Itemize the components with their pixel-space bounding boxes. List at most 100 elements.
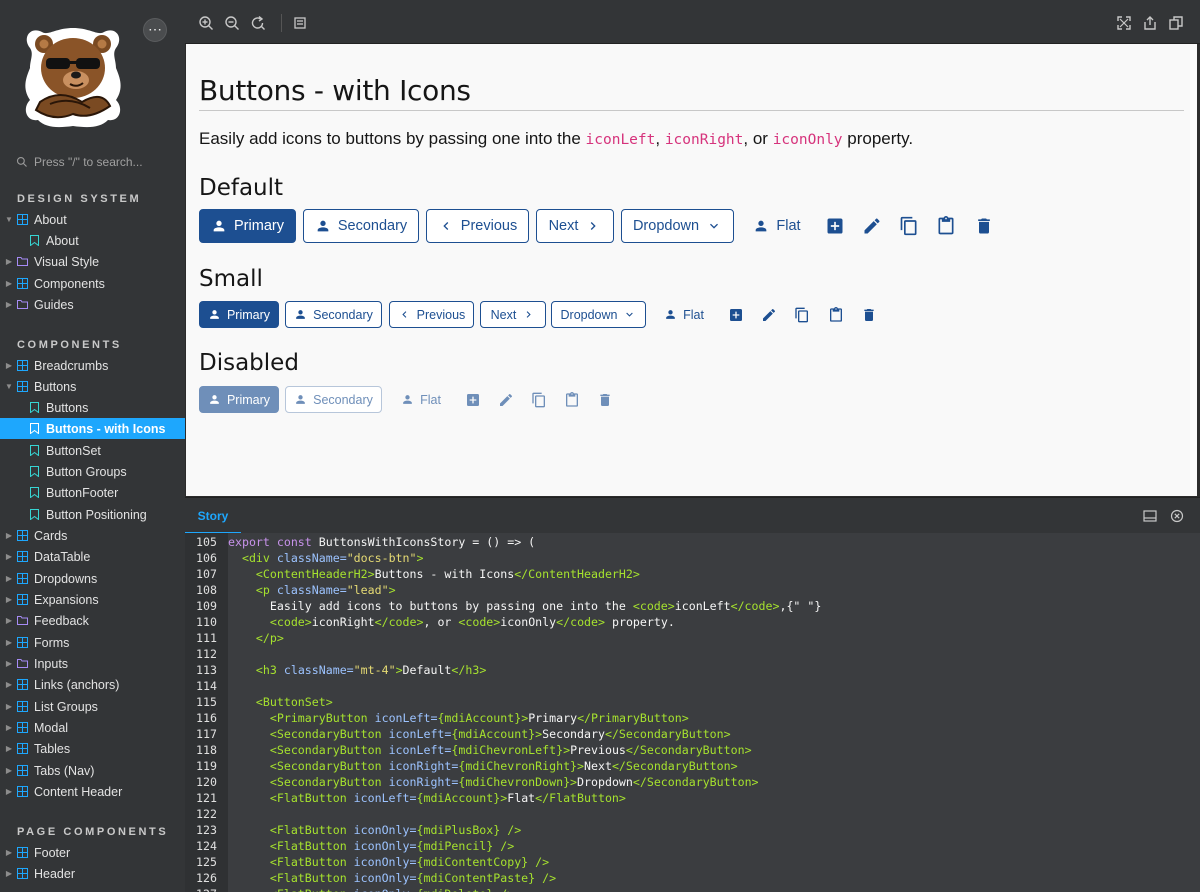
sidebar-item-feedback[interactable]: ▶ Feedback bbox=[0, 610, 185, 631]
bookmark-icon bbox=[27, 508, 41, 522]
sidebar-item-label: Inputs bbox=[34, 656, 69, 671]
sidebar-item-visual-style[interactable]: ▶ Visual Style bbox=[0, 251, 185, 272]
account-icon bbox=[403, 395, 412, 404]
delete-icon bbox=[978, 218, 990, 234]
sidebar-item-buttons[interactable]: Buttons bbox=[0, 397, 185, 418]
sidebar-item-guides[interactable]: ▶ Guides bbox=[0, 294, 185, 315]
share-icon[interactable] bbox=[1142, 15, 1158, 31]
line-number: 106 bbox=[196, 551, 217, 565]
previous-button-small[interactable]: Previous bbox=[389, 301, 474, 328]
sidebar-item-links[interactable]: ▶ Links (anchors) bbox=[0, 674, 185, 695]
flat-button[interactable]: Flat bbox=[747, 209, 807, 243]
secondary-button-small[interactable]: Secondary bbox=[285, 301, 382, 328]
component-icon bbox=[15, 593, 29, 607]
component-icon bbox=[15, 785, 29, 799]
sidebar-item-buttonset[interactable]: ButtonSet bbox=[0, 440, 185, 461]
close-icon[interactable] bbox=[1170, 509, 1184, 523]
sidebar-item-about-group[interactable]: ▼ About bbox=[0, 209, 185, 230]
dropdown-button-small[interactable]: Dropdown bbox=[551, 301, 646, 328]
sidebar-item-buttons-group[interactable]: ▼ Buttons bbox=[0, 376, 185, 397]
title-divider bbox=[199, 110, 1184, 111]
sidebar-item-components[interactable]: ▶ Components bbox=[0, 273, 185, 294]
sidebar-item-tabs-nav[interactable]: ▶ Tabs (Nav) bbox=[0, 760, 185, 781]
sidebar-item-button-positioning[interactable]: Button Positioning bbox=[0, 504, 185, 525]
line-content: <FlatButton iconOnly={mdiDelete} /> bbox=[228, 886, 514, 892]
sidebar-item-label: Tables bbox=[34, 741, 71, 756]
sidebar-item-buttons-with-icons[interactable]: Buttons - with Icons bbox=[0, 418, 185, 439]
sidebar-item-label: Buttons - with Icons bbox=[46, 421, 166, 436]
plus-box-icon bbox=[730, 308, 742, 321]
dropdown-button[interactable]: Dropdown bbox=[621, 209, 734, 243]
delete-button[interactable] bbox=[971, 213, 997, 239]
previous-button[interactable]: Previous bbox=[426, 209, 529, 243]
zoom-in-icon[interactable] bbox=[198, 15, 214, 31]
sidebar-item-content-header[interactable]: ▶ Content Header bbox=[0, 781, 185, 802]
lead-text: property. bbox=[842, 129, 914, 148]
sidebar-item-header[interactable]: ▶ Header bbox=[0, 863, 185, 884]
primary-button[interactable]: Primary bbox=[199, 209, 296, 243]
sidebar-item-modal[interactable]: ▶ Modal bbox=[0, 717, 185, 738]
content-copy-button-small[interactable] bbox=[789, 303, 815, 326]
button-label: Primary bbox=[226, 392, 271, 407]
secondary-button[interactable]: Secondary bbox=[303, 209, 419, 243]
section-design-system: DESIGN SYSTEM bbox=[17, 193, 142, 205]
sidebar-search[interactable]: Press "/" to search... bbox=[16, 153, 176, 171]
pencil-button-small[interactable] bbox=[756, 303, 782, 326]
line-number: 110 bbox=[196, 615, 217, 629]
sidebar-item-label: Footer bbox=[34, 845, 71, 860]
line-content: <ButtonSet> bbox=[255, 695, 333, 709]
content-copy-icon bbox=[532, 392, 545, 407]
plus-box-button[interactable] bbox=[822, 213, 848, 239]
sidebar-item-cards[interactable]: ▶ Cards bbox=[0, 525, 185, 546]
pencil-icon bbox=[763, 308, 776, 321]
more-options-button[interactable]: ⋯ bbox=[143, 18, 167, 42]
section-page-components: PAGE COMPONENTS bbox=[17, 826, 169, 838]
line-content: <h3 className="mt-4">Default</h3> bbox=[255, 663, 487, 677]
sidebar-item-expansions[interactable]: ▶ Expansions bbox=[0, 589, 185, 610]
line-number: 124 bbox=[196, 839, 217, 853]
caret-right-icon: ▶ bbox=[5, 659, 13, 668]
flat-button-small[interactable]: Flat bbox=[658, 301, 710, 328]
caret-right-icon: ▶ bbox=[5, 869, 13, 878]
sidebar-item-dropdowns[interactable]: ▶ Dropdowns bbox=[0, 568, 185, 589]
button-label: Next bbox=[490, 307, 517, 322]
sidebar-item-breadcrumbs[interactable]: ▶ Breadcrumbs bbox=[0, 355, 185, 376]
panel-toggle-icon[interactable] bbox=[1143, 509, 1157, 523]
brand-logo[interactable] bbox=[20, 22, 126, 130]
sidebar-item-footer[interactable]: ▶ Footer bbox=[0, 842, 185, 863]
tab-story[interactable]: Story bbox=[185, 498, 241, 534]
pencil-button[interactable] bbox=[859, 213, 885, 239]
delete-button-small[interactable] bbox=[856, 303, 882, 326]
sidebar-item-about[interactable]: About bbox=[0, 230, 185, 251]
line-content: <FlatButton iconOnly={mdiPlusBox} /> bbox=[269, 823, 522, 837]
sidebar-item-buttonfooter[interactable]: ButtonFooter bbox=[0, 482, 185, 503]
next-button[interactable]: Next bbox=[536, 209, 614, 243]
fullscreen-icon[interactable] bbox=[1116, 15, 1132, 31]
sidebar-item-forms[interactable]: ▶ Forms bbox=[0, 632, 185, 653]
button-label: Flat bbox=[420, 392, 441, 407]
outline-icon[interactable] bbox=[292, 15, 308, 31]
content-paste-button[interactable] bbox=[933, 213, 959, 239]
sidebar-item-label: Forms bbox=[34, 635, 70, 650]
reset-zoom-icon[interactable] bbox=[250, 15, 266, 31]
sidebar-item-button-groups[interactable]: Button Groups bbox=[0, 461, 185, 482]
content-paste-icon bbox=[830, 306, 842, 322]
button-label: Flat bbox=[776, 218, 801, 234]
sidebar: ⋯ Press "/" to search... DESIGN SYSTEM ▼… bbox=[0, 0, 185, 892]
content-copy-button[interactable] bbox=[896, 213, 922, 239]
sidebar-item-datatable[interactable]: ▶ DataTable bbox=[0, 546, 185, 567]
content-paste-button-small[interactable] bbox=[823, 303, 849, 326]
primary-button-small[interactable]: Primary bbox=[199, 301, 279, 328]
next-button-small[interactable]: Next bbox=[480, 301, 546, 328]
sidebar-item-inputs[interactable]: ▶ Inputs bbox=[0, 653, 185, 674]
sidebar-item-tables[interactable]: ▶ Tables bbox=[0, 738, 185, 759]
plus-box-button-small[interactable] bbox=[723, 303, 749, 326]
line-content: export const ButtonsWithIconsStory = () … bbox=[228, 535, 536, 549]
copy-link-icon[interactable] bbox=[1168, 15, 1184, 31]
lead-text: , bbox=[655, 129, 665, 148]
sidebar-item-list-groups[interactable]: ▶ List Groups bbox=[0, 696, 185, 717]
story-source-code[interactable]: 105 export const ButtonsWithIconsStory = … bbox=[185, 533, 1200, 892]
content-copy-icon bbox=[900, 216, 917, 236]
lead-text: Easily add icons to buttons by passing o… bbox=[199, 129, 586, 148]
zoom-out-icon[interactable] bbox=[224, 15, 240, 31]
